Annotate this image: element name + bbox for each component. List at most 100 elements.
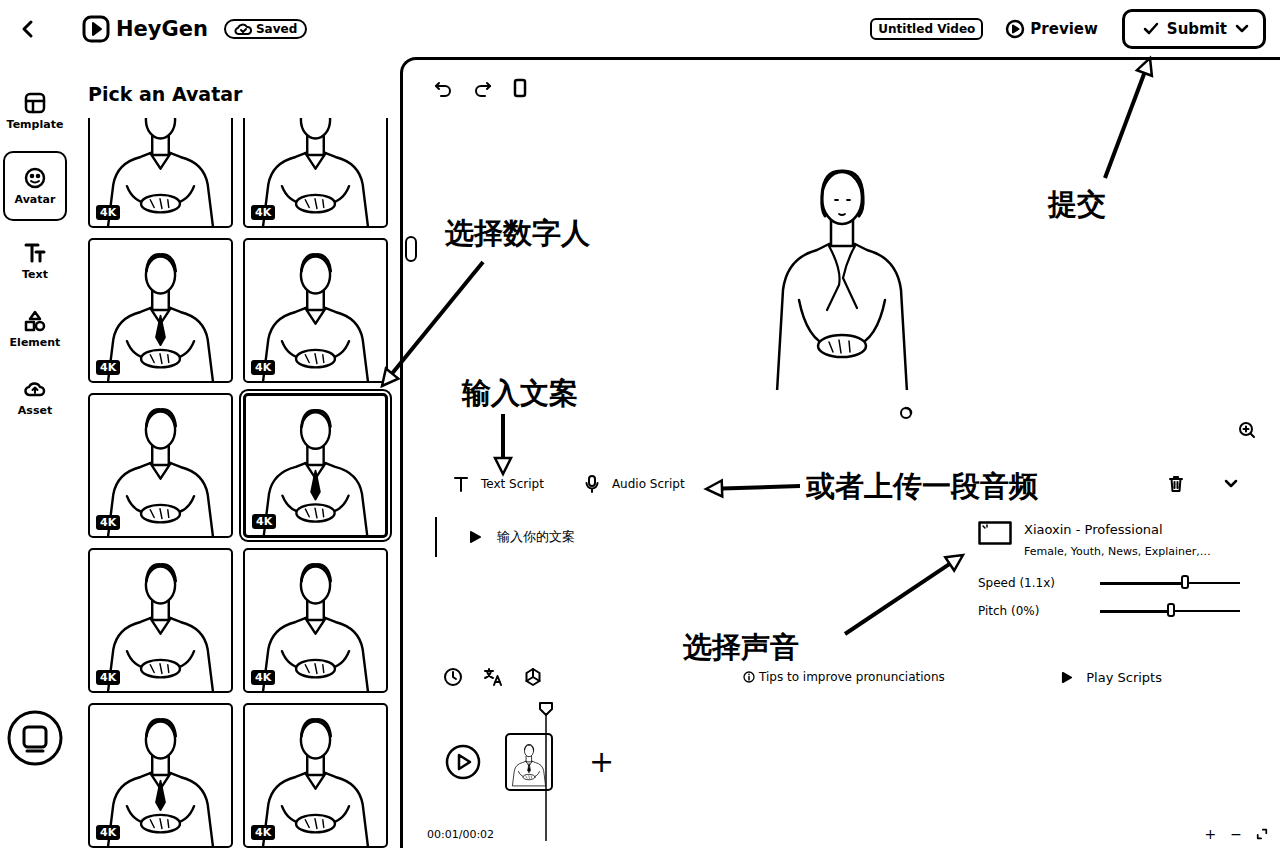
openai-icon[interactable] bbox=[523, 667, 543, 687]
slider-thumb[interactable] bbox=[1181, 575, 1189, 589]
quality-badge: 4K bbox=[251, 205, 275, 220]
rail-label: Element bbox=[10, 336, 61, 349]
editor: Text Script Audio Script 输入你的文案 Xiaoxin - P… bbox=[400, 57, 1280, 848]
check-icon bbox=[1143, 21, 1159, 37]
tips-label: Tips to improve pronunciations bbox=[759, 670, 945, 684]
clock-icon[interactable] bbox=[443, 667, 463, 687]
chat-icon[interactable] bbox=[7, 710, 63, 766]
mic-icon bbox=[584, 475, 600, 493]
avatar-card[interactable]: 4K bbox=[243, 548, 388, 693]
rail-item[interactable]: Avatar bbox=[3, 151, 67, 221]
rail-label: Text bbox=[22, 268, 48, 281]
panel-title: Pick an Avatar bbox=[88, 82, 400, 106]
rail-label: Asset bbox=[18, 404, 52, 417]
rail-item[interactable]: Template bbox=[3, 83, 67, 139]
zoom-button[interactable]: − bbox=[1230, 826, 1242, 842]
quality-badge: 4K bbox=[251, 360, 275, 375]
rail-item[interactable]: Text bbox=[3, 233, 67, 289]
preview-button[interactable]: Preview bbox=[1005, 19, 1098, 39]
side-rail: Template Avatar Text Element Asset bbox=[0, 57, 70, 848]
play-scripts-button[interactable]: Play Scripts bbox=[1061, 670, 1162, 685]
avatar-preview[interactable] bbox=[767, 160, 917, 390]
logo-text: HeyGen bbox=[116, 17, 208, 41]
cloud-icon bbox=[234, 22, 252, 36]
script-text[interactable]: 输入你的文案 bbox=[497, 528, 575, 546]
avatar-card[interactable]: 4K bbox=[88, 238, 233, 383]
top-bar: HeyGen Saved Untitled Video Preview Submit bbox=[0, 0, 1280, 57]
voice-name: Xiaoxin - Professional bbox=[1024, 521, 1211, 539]
slider-label: Pitch (0%) bbox=[978, 604, 1039, 618]
script-tab[interactable]: Text Script bbox=[453, 476, 544, 492]
submit-label: Submit bbox=[1167, 20, 1227, 38]
voice-picker[interactable]: Xiaoxin - ProfessionalFemale, Youth, New… bbox=[978, 521, 1240, 561]
avatar-icon bbox=[23, 166, 47, 190]
slider-row: Pitch (0%) bbox=[978, 601, 1240, 621]
expand-icon[interactable] bbox=[1256, 828, 1268, 840]
play-icon[interactable] bbox=[469, 531, 481, 543]
video-title[interactable]: Untitled Video bbox=[870, 18, 983, 40]
element-icon bbox=[23, 309, 47, 333]
slider-track[interactable] bbox=[1100, 582, 1240, 584]
avatar-card[interactable]: 4K bbox=[243, 393, 388, 538]
slider-thumb[interactable] bbox=[1167, 603, 1175, 617]
timeline: +00:01/00:02+− bbox=[403, 697, 1280, 848]
annotations: 提交选择数字人输入文案或者上传一段音频选择声音 bbox=[0, 0, 1280, 848]
flag-icon bbox=[978, 521, 1012, 545]
saved-label: Saved bbox=[256, 22, 297, 36]
play-icon bbox=[1061, 672, 1072, 683]
play-button-icon[interactable] bbox=[445, 744, 481, 780]
tips-link[interactable]: Tips to improve pronunciations bbox=[743, 670, 945, 684]
logo[interactable]: HeyGen bbox=[82, 15, 208, 43]
chevron-down-icon[interactable] bbox=[1235, 24, 1249, 34]
avatar-card[interactable]: 4K bbox=[243, 118, 388, 228]
annotation-label: 提交 bbox=[1048, 190, 1106, 219]
rail-label: Template bbox=[7, 118, 64, 131]
script-tab[interactable]: Audio Script bbox=[584, 475, 685, 493]
voice-settings: Xiaoxin - ProfessionalFemale, Youth, New… bbox=[978, 509, 1240, 657]
annotation-label: 选择数字人 bbox=[445, 219, 590, 248]
quality-badge: 4K bbox=[96, 825, 120, 840]
text-icon bbox=[23, 241, 47, 265]
avatar-card[interactable]: 4K bbox=[88, 118, 233, 228]
avatar-card[interactable]: 4K bbox=[88, 393, 233, 538]
slider-label: Speed (1.1x) bbox=[978, 576, 1055, 590]
back-icon[interactable] bbox=[20, 19, 36, 39]
rail-item[interactable]: Element bbox=[3, 301, 67, 357]
quality-badge: 4K bbox=[96, 515, 120, 530]
zoom-icon[interactable] bbox=[1238, 421, 1256, 439]
translate-icon[interactable] bbox=[483, 667, 503, 687]
script-header: Text Script Audio Script bbox=[403, 459, 1280, 509]
script-input[interactable]: 输入你的文案 bbox=[435, 517, 978, 557]
avatar-card[interactable]: 4K bbox=[243, 238, 388, 383]
phone-icon[interactable] bbox=[513, 78, 527, 98]
avatar-card[interactable]: 4K bbox=[243, 703, 388, 848]
avatar-card[interactable]: 4K bbox=[88, 703, 233, 848]
script-tools: Tips to improve pronunciations Play Scrip… bbox=[403, 657, 1280, 697]
zoom-controls: +− bbox=[1205, 826, 1268, 842]
slider-track[interactable] bbox=[1100, 610, 1240, 612]
logo-icon bbox=[82, 15, 110, 43]
trash-icon[interactable] bbox=[1168, 475, 1184, 493]
info-icon bbox=[743, 671, 755, 683]
avatar-card[interactable]: 4K bbox=[88, 548, 233, 693]
canvas bbox=[403, 115, 1280, 459]
toolbar bbox=[403, 60, 1280, 115]
redo-icon[interactable] bbox=[473, 78, 493, 98]
chevron-down-icon[interactable] bbox=[1224, 479, 1238, 489]
playhead-icon[interactable] bbox=[538, 701, 554, 841]
avatar-grid: 4K4K4K4K4K4K4K4K4K4K bbox=[88, 118, 400, 848]
quality-badge: 4K bbox=[96, 360, 120, 375]
rail-label: Avatar bbox=[15, 193, 56, 206]
quality-badge: 4K bbox=[251, 825, 275, 840]
play-icon bbox=[1005, 19, 1025, 39]
undo-icon[interactable] bbox=[433, 78, 453, 98]
preview-label: Preview bbox=[1030, 20, 1098, 38]
quality-badge: 4K bbox=[251, 670, 275, 685]
zoom-button[interactable]: + bbox=[1205, 826, 1217, 842]
loader-icon bbox=[899, 406, 913, 420]
saved-badge: Saved bbox=[224, 19, 307, 39]
rail-item[interactable]: Asset bbox=[3, 369, 67, 425]
collapse-handle[interactable] bbox=[405, 236, 417, 262]
submit-button[interactable]: Submit bbox=[1122, 9, 1266, 49]
add-scene-button[interactable]: + bbox=[589, 747, 614, 777]
